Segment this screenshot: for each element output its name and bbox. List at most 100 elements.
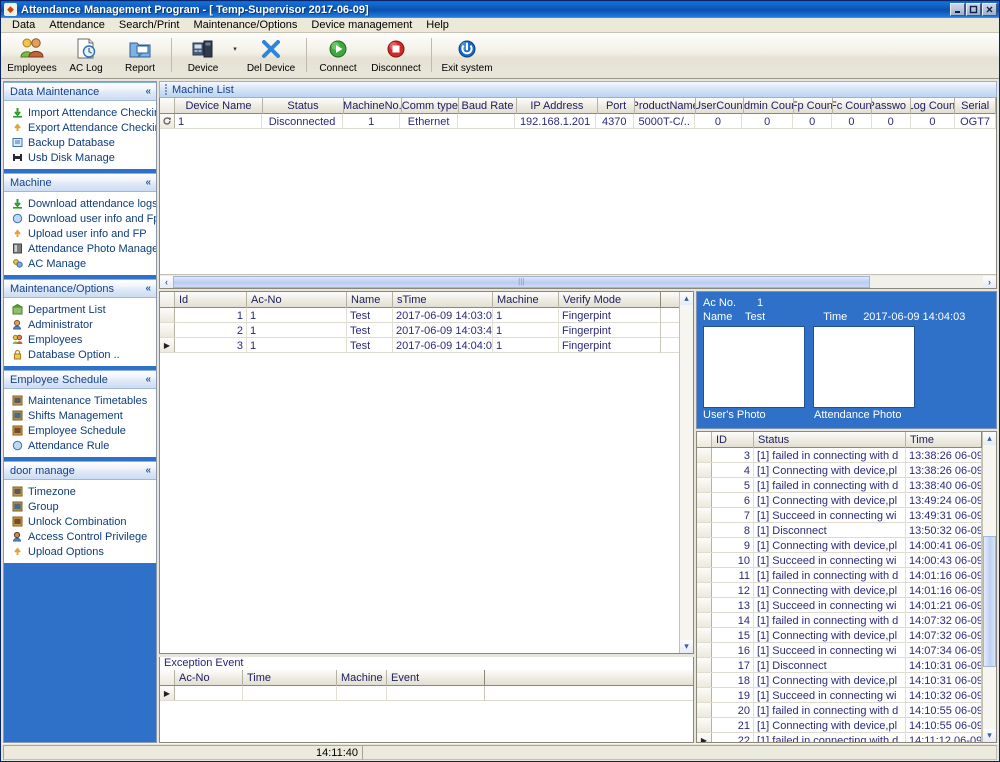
column-header-status[interactable]: Status bbox=[263, 98, 344, 114]
sidebar-item-upload-options[interactable]: Upload Options bbox=[4, 544, 156, 559]
row-marker[interactable] bbox=[697, 568, 712, 582]
column-header-exc-machine[interactable]: Machine bbox=[337, 670, 387, 686]
table-row[interactable]: 5[1] failed in connecting with d13:38:40… bbox=[697, 478, 982, 493]
device-dropdown-arrow-icon[interactable]: ▾ bbox=[230, 34, 240, 78]
table-row[interactable]: 7[1] Succeed in connecting wi13:49:31 06… bbox=[697, 508, 982, 523]
row-marker[interactable] bbox=[697, 508, 712, 522]
row-marker[interactable] bbox=[160, 308, 175, 322]
sidebar-item-shifts-management[interactable]: Shifts Management bbox=[4, 408, 156, 423]
chevron-up-icon[interactable]: « bbox=[145, 465, 151, 476]
column-header-comm-type[interactable]: Comm type bbox=[402, 98, 460, 114]
table-row[interactable]: 10[1] Succeed in connecting wi14:00:43 0… bbox=[697, 553, 982, 568]
minimize-button[interactable] bbox=[950, 3, 965, 16]
column-header-device-name[interactable]: Device Name bbox=[175, 98, 263, 114]
sidebar-item-upload-user-info-and-fp[interactable]: Upload user info and FP bbox=[4, 226, 156, 241]
row-marker[interactable] bbox=[160, 323, 175, 337]
sidebar-group-header-employee-schedule[interactable]: Employee Schedule « bbox=[4, 370, 156, 389]
row-marker[interactable] bbox=[697, 598, 712, 612]
table-row[interactable]: 14[1] failed in connecting with d14:07:3… bbox=[697, 613, 982, 628]
scroll-down-button[interactable]: ▾ bbox=[983, 729, 996, 742]
table-row[interactable]: 18[1] Connecting with device,pl14:10:31 … bbox=[697, 673, 982, 688]
toolbar-button-device[interactable]: Device bbox=[176, 34, 230, 78]
table-row[interactable]: 16[1] Succeed in connecting wi14:07:34 0… bbox=[697, 643, 982, 658]
table-row[interactable]: 12[1] Connecting with device,pl14:01:16 … bbox=[697, 583, 982, 598]
row-marker[interactable] bbox=[697, 553, 712, 567]
toolbar-button-report[interactable]: Report bbox=[113, 34, 167, 78]
toolbar-button-disconnect[interactable]: Disconnect bbox=[365, 34, 427, 78]
user-photo-box[interactable] bbox=[703, 326, 805, 408]
column-header-ac-no[interactable]: Ac-No bbox=[247, 292, 347, 308]
column-header-machine[interactable]: Machine bbox=[493, 292, 559, 308]
column-header-id[interactable]: Id bbox=[175, 292, 247, 308]
menu-item-help[interactable]: Help bbox=[419, 18, 456, 32]
scroll-right-button[interactable]: › bbox=[983, 276, 996, 288]
close-button[interactable] bbox=[982, 3, 997, 16]
toolbar-button-del-device[interactable]: Del Device bbox=[240, 34, 302, 78]
sidebar-item-department-list[interactable]: Department List bbox=[4, 302, 156, 317]
table-row[interactable]: 20[1] failed in connecting with d14:10:5… bbox=[697, 703, 982, 718]
row-marker[interactable]: ▶ bbox=[160, 338, 175, 352]
row-marker[interactable]: ▶ bbox=[160, 686, 175, 700]
column-header-baud-rate[interactable]: Baud Rate bbox=[459, 98, 517, 114]
menu-item-search-print[interactable]: Search/Print bbox=[112, 18, 187, 32]
column-header-password-count[interactable]: Passwo .. bbox=[872, 98, 911, 114]
sidebar-item-usb-disk-manage[interactable]: Usb Disk Manage bbox=[4, 150, 156, 165]
row-marker[interactable] bbox=[697, 688, 712, 702]
table-row[interactable]: 21[1] Connecting with device,pl14:10:55 … bbox=[697, 718, 982, 733]
drag-grip-icon[interactable] bbox=[162, 84, 170, 95]
column-header-exc-ac-no[interactable]: Ac-No bbox=[175, 670, 243, 686]
column-header-status-text[interactable]: Status bbox=[754, 432, 906, 448]
row-marker[interactable] bbox=[697, 448, 712, 462]
scroll-thumb[interactable] bbox=[983, 536, 996, 667]
sidebar-item-ac-manage[interactable]: AC Manage bbox=[4, 256, 156, 271]
toolbar-button-connect[interactable]: Connect bbox=[311, 34, 365, 78]
table-row[interactable]: 3[1] failed in connecting with d13:38:26… bbox=[697, 448, 982, 463]
sidebar-item-employees[interactable]: Employees bbox=[4, 332, 156, 347]
sidebar-item-unlock-combination[interactable]: Unlock Combination bbox=[4, 514, 156, 529]
row-marker[interactable] bbox=[697, 703, 712, 717]
column-header-status-id[interactable]: ID bbox=[712, 432, 754, 448]
row-marker[interactable] bbox=[697, 718, 712, 732]
column-header-product-name[interactable]: ProductName bbox=[635, 98, 696, 114]
table-row[interactable]: 15[1] Connecting with device,pl14:07:32 … bbox=[697, 628, 982, 643]
row-marker[interactable] bbox=[697, 478, 712, 492]
machine-list-horizontal-scrollbar[interactable]: ‹ ||| › bbox=[160, 274, 996, 288]
sidebar-group-header-data-maintenance[interactable]: Data Maintenance « bbox=[4, 82, 156, 101]
sidebar-item-export-attendance-checking-data[interactable]: Export Attendance Checking Data bbox=[4, 120, 156, 135]
scroll-track[interactable]: ||| bbox=[173, 276, 983, 288]
scroll-up-button[interactable]: ▴ bbox=[983, 432, 996, 445]
table-row[interactable]: 9[1] Connecting with device,pl14:00:41 0… bbox=[697, 538, 982, 553]
scroll-left-button[interactable]: ‹ bbox=[160, 276, 173, 288]
sidebar-item-administrator[interactable]: Administrator bbox=[4, 317, 156, 332]
sidebar-group-header-machine[interactable]: Machine « bbox=[4, 173, 156, 192]
column-header-name[interactable]: Name bbox=[347, 292, 393, 308]
row-marker[interactable] bbox=[697, 583, 712, 597]
chevron-up-icon[interactable]: « bbox=[145, 177, 151, 188]
menu-item-attendance[interactable]: Attendance bbox=[42, 18, 112, 32]
tab-machine-list[interactable]: Machine List bbox=[172, 84, 234, 96]
column-header-admin-count[interactable]: Admin Count bbox=[744, 98, 795, 114]
chevron-up-icon[interactable]: « bbox=[145, 86, 151, 97]
table-row[interactable]: 1 1 Test 2017-06-09 14:03:01 1 Fingerpin… bbox=[160, 308, 679, 323]
menu-item-device-management[interactable]: Device management bbox=[304, 18, 419, 32]
toolbar-button-ac-log[interactable]: AC Log bbox=[59, 34, 113, 78]
column-header-status-time[interactable]: Time bbox=[906, 432, 982, 448]
table-row[interactable]: ▶ 3 1 Test 2017-06-09 14:04:03 1 Fingerp… bbox=[160, 338, 679, 353]
column-header-machine-no[interactable]: MachineNo. bbox=[344, 98, 402, 114]
row-marker[interactable] bbox=[697, 628, 712, 642]
table-row[interactable]: ▶22[1] failed in connecting with d14:11:… bbox=[697, 733, 982, 742]
maximize-button[interactable] bbox=[966, 3, 981, 16]
sidebar-item-download-attendance-logs[interactable]: Download attendance logs bbox=[4, 196, 156, 211]
table-row[interactable]: 11[1] failed in connecting with d14:01:1… bbox=[697, 568, 982, 583]
row-marker[interactable] bbox=[697, 673, 712, 687]
column-header-port[interactable]: Port bbox=[598, 98, 635, 114]
column-header-serial[interactable]: Serial bbox=[955, 98, 996, 114]
sidebar-item-database-option[interactable]: Database Option .. bbox=[4, 347, 156, 362]
column-header-user-count[interactable]: UserCount bbox=[696, 98, 743, 114]
column-header-exc-time[interactable]: Time bbox=[243, 670, 337, 686]
chevron-up-icon[interactable]: « bbox=[145, 374, 151, 385]
row-marker[interactable] bbox=[697, 538, 712, 552]
column-header-fc-count[interactable]: Fc Count bbox=[833, 98, 872, 114]
sidebar-item-backup-database[interactable]: Backup Database bbox=[4, 135, 156, 150]
table-row[interactable]: 17[1] Disconnect14:10:31 06-09 bbox=[697, 658, 982, 673]
